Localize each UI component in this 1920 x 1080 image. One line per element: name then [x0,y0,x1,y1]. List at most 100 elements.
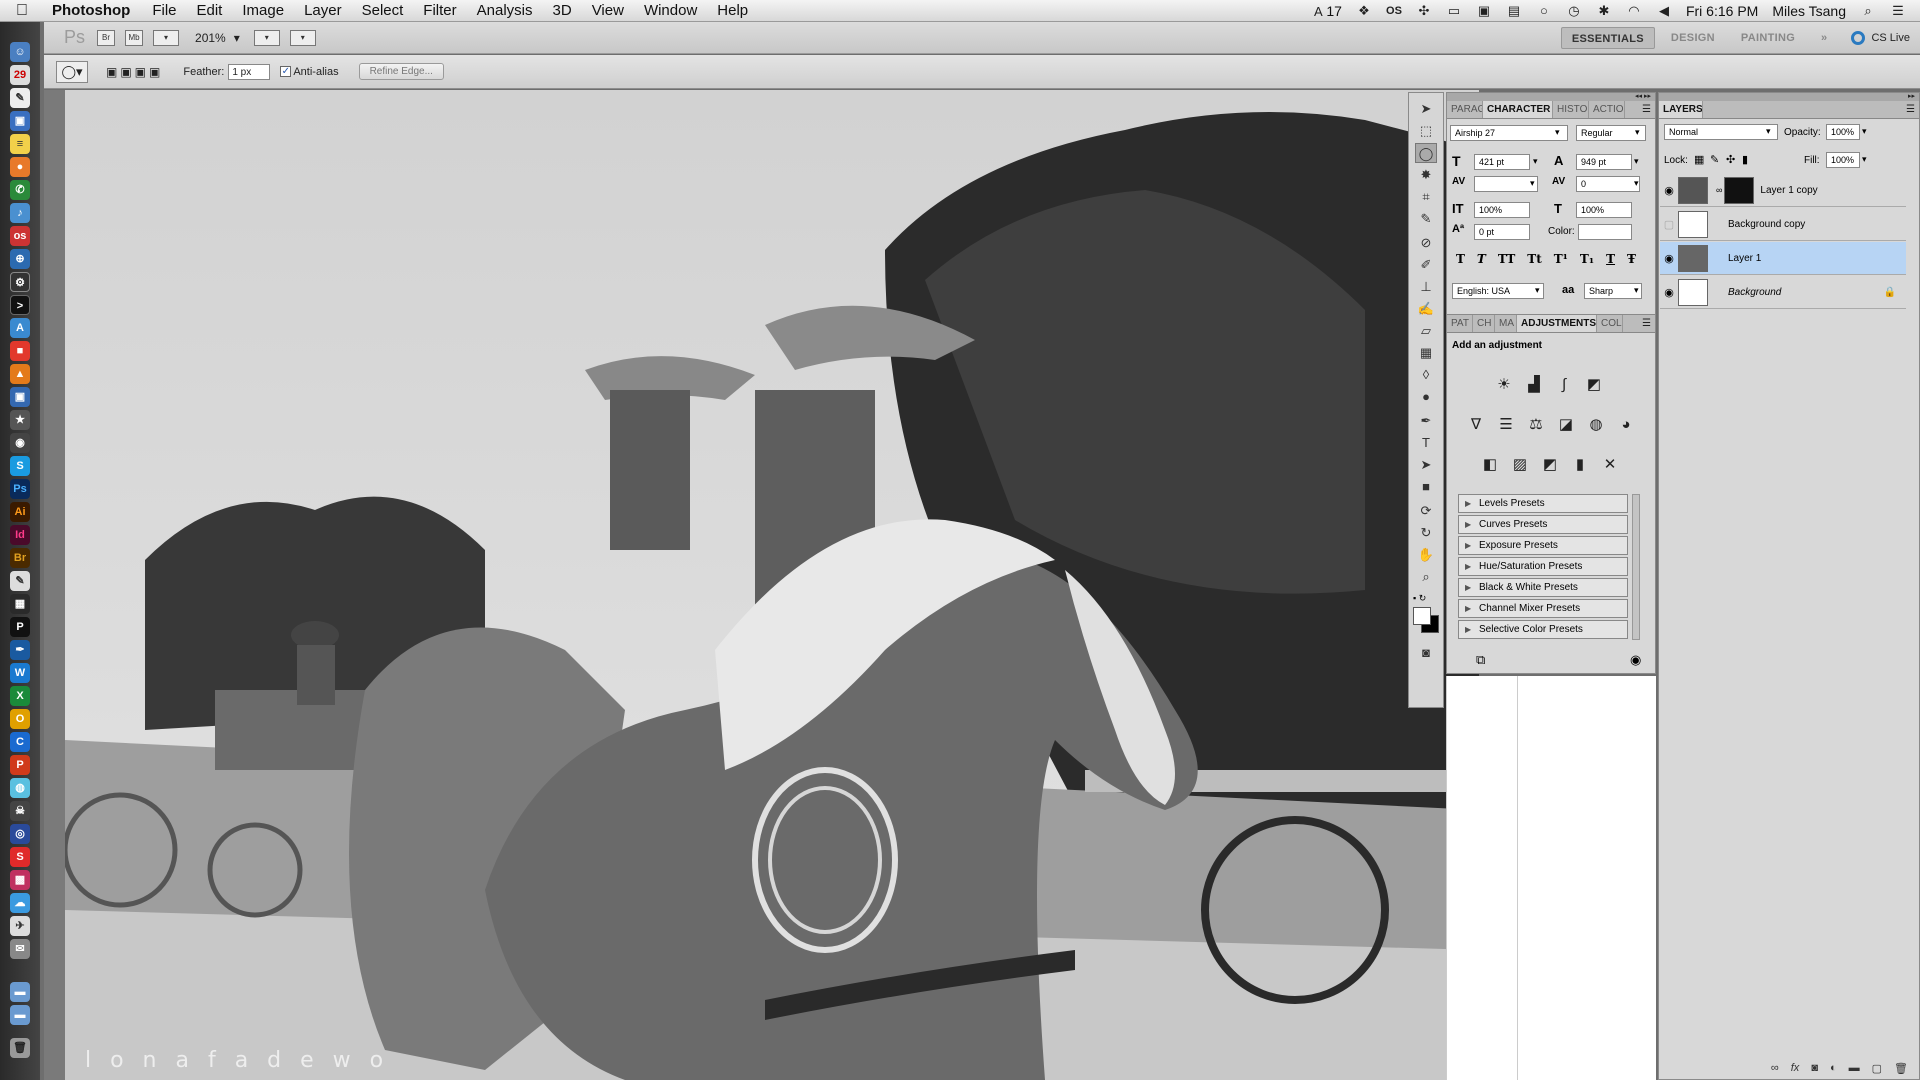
layer-row-background-copy[interactable]: ▢ Background copy [1660,208,1906,241]
camera-app-icon[interactable]: ◉ [10,433,30,453]
calendar-icon[interactable]: 29 [10,65,30,85]
type-tool-icon[interactable]: T [1415,433,1437,453]
photo-filter-icon[interactable]: ◍ [1584,414,1608,436]
channel-mixer-presets[interactable]: ▶ Channel Mixer Presets [1458,599,1628,618]
superscript-button[interactable]: T¹ [1554,252,1568,266]
layer-row-layer-1-copy[interactable]: ◉ ∞ Layer 1 copy [1660,174,1906,207]
antialias-dropdown-icon[interactable]: ▾ [1634,285,1639,296]
terminal-icon[interactable]: > [10,295,30,315]
all-caps-button[interactable]: TT [1498,252,1515,266]
history-brush-tool-icon[interactable]: ✍ [1415,299,1437,319]
move-tool-icon[interactable]: ➤ [1415,99,1437,119]
faux-italic-button[interactable]: T [1477,252,1486,266]
fill-input[interactable]: 100% [1826,152,1860,168]
blur-tool-icon[interactable]: ◊ [1415,365,1437,385]
menu-filter[interactable]: Filter [413,2,466,19]
delete-layer-icon[interactable]: 🗑 [1894,1062,1908,1075]
exposure-presets[interactable]: ▶ Exposure Presets [1458,536,1628,555]
subscript-button[interactable]: T₁ [1580,252,1594,266]
adjustments-menu-icon[interactable]: ☰ [1642,315,1655,332]
menu-image[interactable]: Image [232,2,294,19]
os-app-icon[interactable]: os [10,226,30,246]
wifi-icon[interactable]: ◠ [1626,3,1642,18]
eye-icon[interactable]: ◉ [1660,184,1678,197]
network-icon[interactable]: ◎ [10,824,30,844]
eye-hidden-icon[interactable]: ▢ [1660,218,1678,231]
user-name[interactable]: Miles Tsang [1772,3,1846,19]
pen-tool-icon[interactable]: ✒ [1415,411,1437,431]
horizontal-scale-input[interactable]: 100% [1576,202,1632,218]
tracking-input[interactable]: 0 [1576,176,1640,192]
new-group-icon[interactable]: ▬ [1849,1062,1860,1074]
tab-masks[interactable]: MA [1495,315,1517,332]
textedit-icon[interactable]: ✎ [10,88,30,108]
3d-rotate-tool-icon[interactable]: ⟳ [1415,501,1437,521]
fill-dropdown-icon[interactable]: ▾ [1862,154,1867,165]
layer-style-icon[interactable]: fx [1791,1062,1800,1074]
panel-menu-icon[interactable]: ☰ [1642,101,1655,118]
vlc-icon[interactable]: ▲ [10,364,30,384]
zoom-dropdown-icon[interactable]: ▾ [234,31,240,45]
workspace-essentials[interactable]: ESSENTIALS [1560,26,1655,49]
brightness-contrast-icon[interactable]: ☀ [1492,374,1516,396]
menu-view[interactable]: View [582,2,634,19]
safari-icon[interactable]: ⊕ [10,249,30,269]
opacity-input[interactable]: 100% [1826,124,1860,140]
link-layers-icon[interactable]: ∞ [1771,1062,1779,1074]
os-icon[interactable]: OS [1386,4,1402,18]
menu-3d[interactable]: 3D [543,2,582,19]
kerning-dropdown-icon[interactable]: ▾ [1530,178,1535,189]
font-size-input[interactable]: 421 pt [1474,154,1530,170]
leading-input[interactable]: 949 pt [1576,154,1632,170]
tab-actions[interactable]: ACTIO [1589,101,1625,118]
color-balance-icon[interactable]: ⚖ [1524,414,1548,436]
healing-brush-tool-icon[interactable]: ⊘ [1415,233,1437,253]
antialias-checkbox[interactable]: ✓ [280,66,292,77]
dropbox-icon[interactable]: ❖ [1356,3,1372,18]
tab-paths[interactable]: PAT [1447,315,1473,332]
layer-row-background[interactable]: ◉ Background 🔒 [1660,276,1906,309]
lock-transparent-icon[interactable]: ▦ [1694,153,1704,166]
bridge-button[interactable]: Br [97,29,116,46]
itunes-icon[interactable]: ♪ [10,203,30,223]
add-mask-icon[interactable]: ◙ [1811,1062,1818,1074]
screen-mode-button[interactable]: ▾ [289,29,316,46]
brush-tool-icon[interactable]: ✐ [1415,255,1437,275]
menu-window[interactable]: Window [634,2,707,19]
invert-icon[interactable]: ◧ [1478,454,1502,476]
layers-menu-icon[interactable]: ☰ [1906,101,1919,118]
skype-icon[interactable]: S [10,456,30,476]
p-app-icon[interactable]: P [10,617,30,637]
selective-color-icon[interactable]: ✕ [1598,454,1622,476]
menu-file[interactable]: File [142,2,186,19]
crosshair-icon[interactable]: ✣ [1416,3,1432,18]
lasso-tool-preset-icon[interactable]: ◯▾ [56,60,88,83]
zoom-tool-icon[interactable]: ⌕ [1415,567,1437,587]
messages-icon[interactable]: ✆ [10,180,30,200]
swap-colors-icon[interactable]: ▪ ↻ [1413,593,1426,604]
font-family-select[interactable]: Airship 27 [1450,125,1568,141]
arrange-documents-button[interactable]: ▾ [253,29,280,46]
kerning-input[interactable] [1474,176,1538,192]
workspace-painting[interactable]: PAINTING [1731,27,1805,49]
status-counter[interactable]: A 17 [1310,3,1342,19]
presets-scrollbar[interactable] [1632,494,1640,640]
curves-presets[interactable]: ▶ Curves Presets [1458,515,1628,534]
applications-folder-icon[interactable]: ▬ [10,982,30,1002]
baseline-shift-input[interactable]: 0 pt [1474,224,1530,240]
foreground-color-swatch[interactable] [1413,607,1431,625]
photobooth-icon[interactable]: ■ [10,341,30,361]
faux-bold-button[interactable]: T [1456,252,1465,266]
underline-button[interactable]: T [1606,252,1615,266]
feather-input[interactable]: 1 px [228,63,271,80]
c-app-icon[interactable]: C [10,732,30,752]
firefox-icon[interactable]: ● [10,157,30,177]
menu-analysis[interactable]: Analysis [467,2,543,19]
quick-select-tool-icon[interactable]: ✸ [1415,165,1437,185]
iphoto-icon[interactable]: ▣ [10,387,30,407]
illustrator-icon[interactable]: Ai [10,502,30,522]
spotlight-search-icon[interactable]: ⌕ [1860,3,1876,18]
view-extras-button[interactable]: ▾ [153,29,180,46]
selection-mode-icons[interactable]: ▣▣▣▣ [106,65,163,79]
bluetooth-icon[interactable]: ✱ [1596,3,1612,18]
